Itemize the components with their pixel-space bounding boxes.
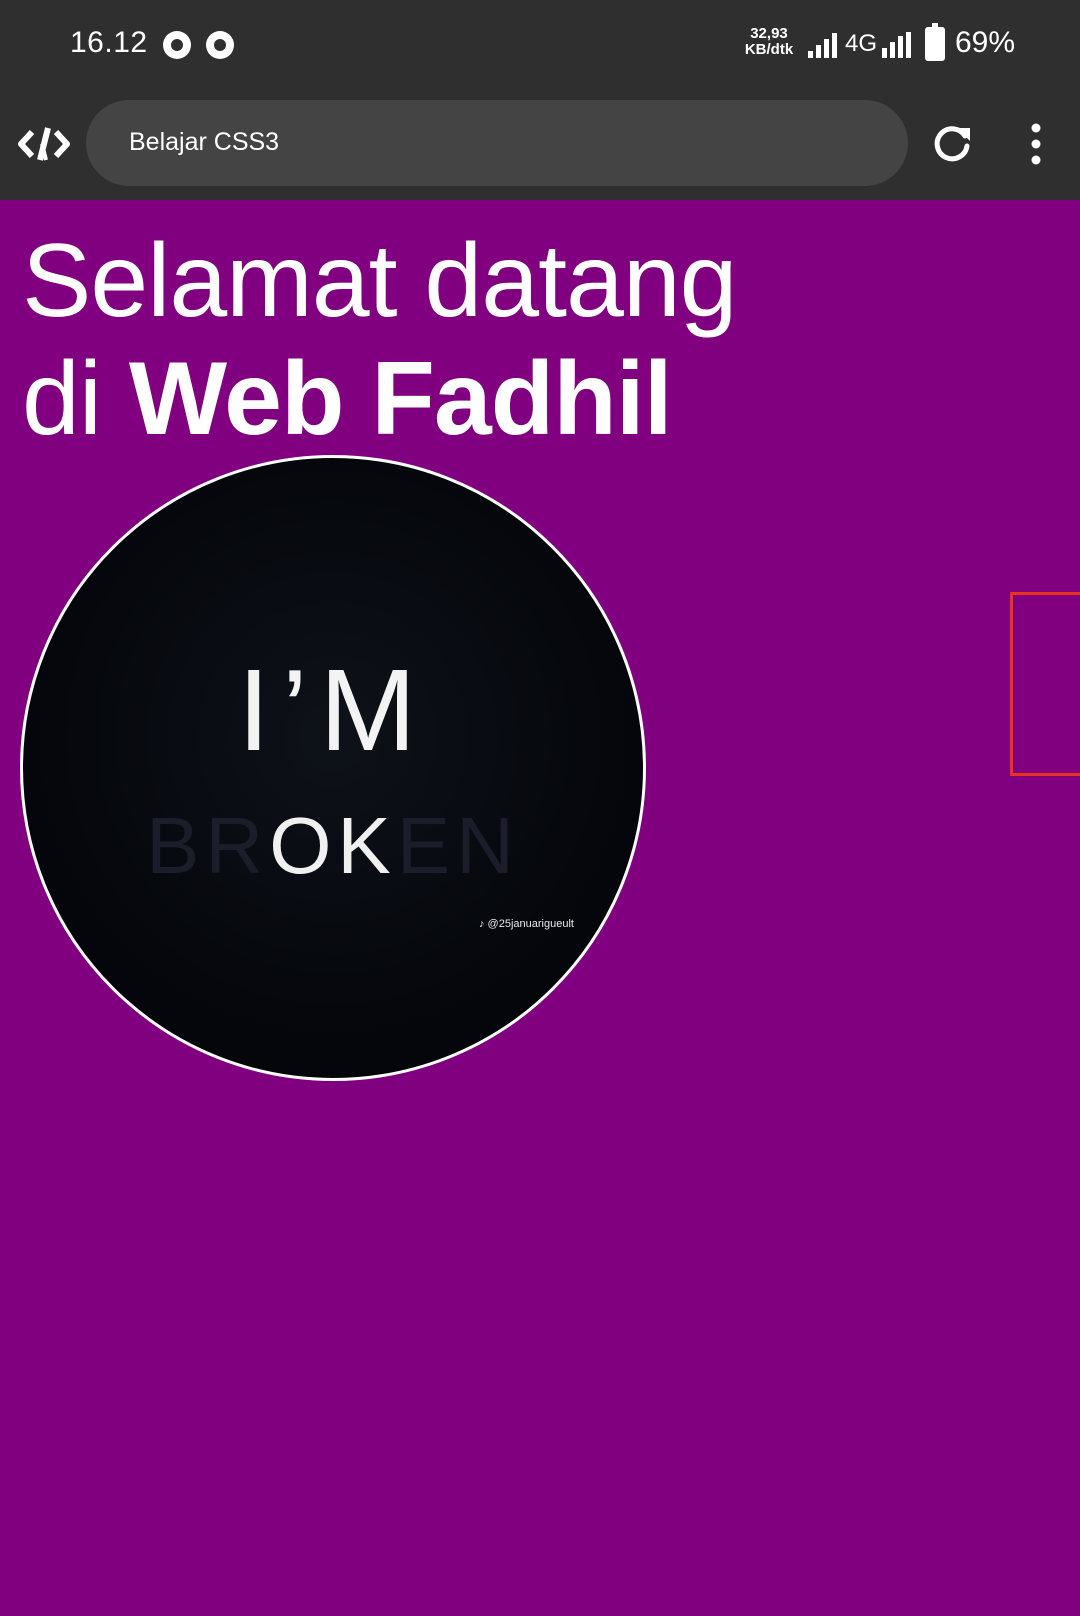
chrome-notification-icon	[206, 31, 234, 59]
image-text-main: I’M	[237, 645, 429, 775]
browser-toolbar: Belajar CSS3	[0, 92, 1080, 200]
chrome-notification-icon	[163, 31, 191, 59]
code-editor-app-icon[interactable]	[18, 122, 70, 166]
status-time: 16.12	[70, 26, 148, 59]
heading-site-name: Web Fadhil	[128, 341, 673, 457]
battery-percentage: 69%	[955, 26, 1016, 59]
network-speed-unit: KB/dtk	[744, 41, 794, 58]
signal-strength-icon-2	[882, 30, 911, 58]
profile-image: I’M BROKEN ♪ @25januarigueult	[20, 455, 646, 1081]
reload-icon[interactable]	[930, 122, 974, 166]
network-type: 4G	[845, 30, 878, 57]
more-options-icon[interactable]	[1026, 122, 1046, 166]
image-credit: ♪ @25januarigueult	[479, 918, 574, 930]
signal-strength-icon	[808, 30, 837, 58]
welcome-heading: Selamat datang di Web Fadhil	[22, 222, 738, 458]
image-text-sub-bright: OK	[269, 801, 397, 890]
page-title: Belajar CSS3	[129, 128, 280, 156]
status-bar: 16.12 32,93 KB/dtk 4G 69%	[0, 0, 1080, 92]
image-text-sub-dim-right: EN	[396, 801, 520, 890]
network-speed-value: 32,93	[750, 25, 788, 42]
red-outlined-box	[1010, 592, 1080, 776]
heading-line-2-prefix: di	[22, 341, 129, 457]
image-text-sub: BROKEN	[23, 800, 643, 892]
heading-line-1: Selamat datang	[22, 223, 738, 339]
address-bar[interactable]: Belajar CSS3	[86, 100, 908, 186]
battery-icon	[925, 23, 945, 61]
image-text-sub-dim-left: BR	[146, 801, 270, 890]
network-speed: 32,93 KB/dtk	[736, 26, 802, 58]
